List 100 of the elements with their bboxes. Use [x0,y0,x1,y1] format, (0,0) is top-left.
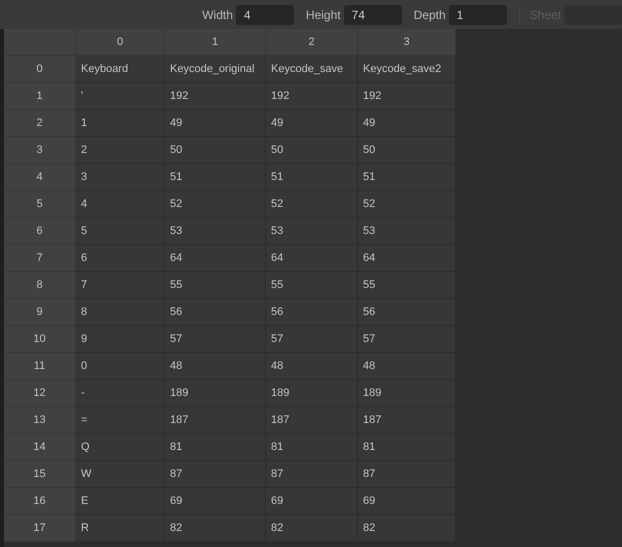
table-cell: 51 [266,164,358,191]
table-cell: 48 [266,353,358,380]
table-cell: 57 [358,326,456,353]
number-field[interactable]: 74 [344,4,402,24]
table-cell: 81 [165,434,266,461]
table-cell: 53 [266,218,358,245]
table-cell: 81 [266,434,358,461]
table-cell: ' [76,83,165,110]
table-cell: 51 [165,164,266,191]
table-cell: 55 [266,272,358,299]
table-cell: 52 [165,191,266,218]
table-cell: 49 [165,110,266,137]
table-cell: 50 [165,137,266,164]
table-cell: 82 [358,515,456,542]
row-header[interactable]: 8 [4,272,76,299]
row-header[interactable]: 11 [4,353,76,380]
corner-cell[interactable] [4,29,76,56]
row-header[interactable]: 12 [4,380,76,407]
table-cell: 64 [165,245,266,272]
table-cell: 49 [358,110,456,137]
row-header[interactable]: 0 [4,56,76,83]
number-field[interactable]: 1 [448,4,507,24]
table-cell: 189 [358,380,456,407]
table-cell: 69 [165,488,266,515]
table-cell: 56 [266,299,358,326]
field-label: Depth [414,8,446,22]
table-cell: Keycode_save2 [358,56,456,83]
row-header[interactable]: 2 [4,110,76,137]
row-header[interactable]: 7 [4,245,76,272]
table-cell: 82 [165,515,266,542]
table-cell: 7 [76,272,165,299]
table-cell: R [76,515,165,542]
table-cell: 5 [76,218,165,245]
table-cell: 53 [165,218,266,245]
row-header[interactable]: 5 [4,191,76,218]
row-header[interactable]: 15 [4,461,76,488]
table-cell: 50 [358,137,456,164]
table-cell: 52 [266,191,358,218]
table-cell: 57 [165,326,266,353]
row-header[interactable]: 6 [4,218,76,245]
table-cell: 56 [358,299,456,326]
row-header[interactable]: 16 [4,488,76,515]
row-header[interactable]: 4 [4,164,76,191]
row-header[interactable]: 13 [4,407,76,434]
row-header[interactable]: 14 [4,434,76,461]
table-cell: 57 [266,326,358,353]
table-cell: 1 [76,110,165,137]
table-cell: W [76,461,165,488]
row-header[interactable]: 3 [4,137,76,164]
row-header[interactable]: 1 [4,83,76,110]
table-cell: 52 [358,191,456,218]
table-cell: 192 [165,83,266,110]
column-header[interactable]: 1 [165,29,266,56]
table-cell: Keycode_original [165,56,266,83]
table-cell: 187 [165,407,266,434]
table-cell: 9 [76,326,165,353]
table-cell: 87 [266,461,358,488]
table-cell: 3 [76,164,165,191]
row-header[interactable]: 17 [4,515,76,542]
field-label: Height [306,8,341,22]
table-cell: Keycode_save [266,56,358,83]
table-cell: 50 [266,137,358,164]
table-cell: - [76,380,165,407]
table-cell: Keyboard [76,56,165,83]
row-header[interactable]: 10 [4,326,76,353]
column-header[interactable]: 2 [266,29,358,56]
table-cell: 49 [266,110,358,137]
column-header[interactable]: 3 [358,29,456,56]
field-label: Width [202,8,233,22]
table-cell: 4 [76,191,165,218]
table-cell: 189 [266,380,358,407]
table-cell: 192 [266,83,358,110]
table-cell: 56 [165,299,266,326]
row-header[interactable]: 9 [4,299,76,326]
table-cell: E [76,488,165,515]
table-cell: 187 [266,407,358,434]
table-cell: Q [76,434,165,461]
column-header[interactable]: 0 [76,29,165,56]
table-cell: 53 [358,218,456,245]
table-cell: 0 [76,353,165,380]
table-cell: 6 [76,245,165,272]
number-field[interactable]: 4 [236,4,294,24]
table-cell: 48 [165,353,266,380]
table-cell: 55 [165,272,266,299]
table-cell: 51 [358,164,456,191]
table-cell: 192 [358,83,456,110]
table-cell: 69 [266,488,358,515]
table-cell: 189 [165,380,266,407]
table-cell: 82 [266,515,358,542]
table-cell: 187 [358,407,456,434]
table-cell: 64 [358,245,456,272]
table-cell: 69 [358,488,456,515]
table-cell: 81 [358,434,456,461]
table-cell: 2 [76,137,165,164]
table-cell: 48 [358,353,456,380]
table-cell: 64 [266,245,358,272]
table-cell: 55 [358,272,456,299]
table-cell: 87 [358,461,456,488]
table-cell: = [76,407,165,434]
table-cell: 87 [165,461,266,488]
